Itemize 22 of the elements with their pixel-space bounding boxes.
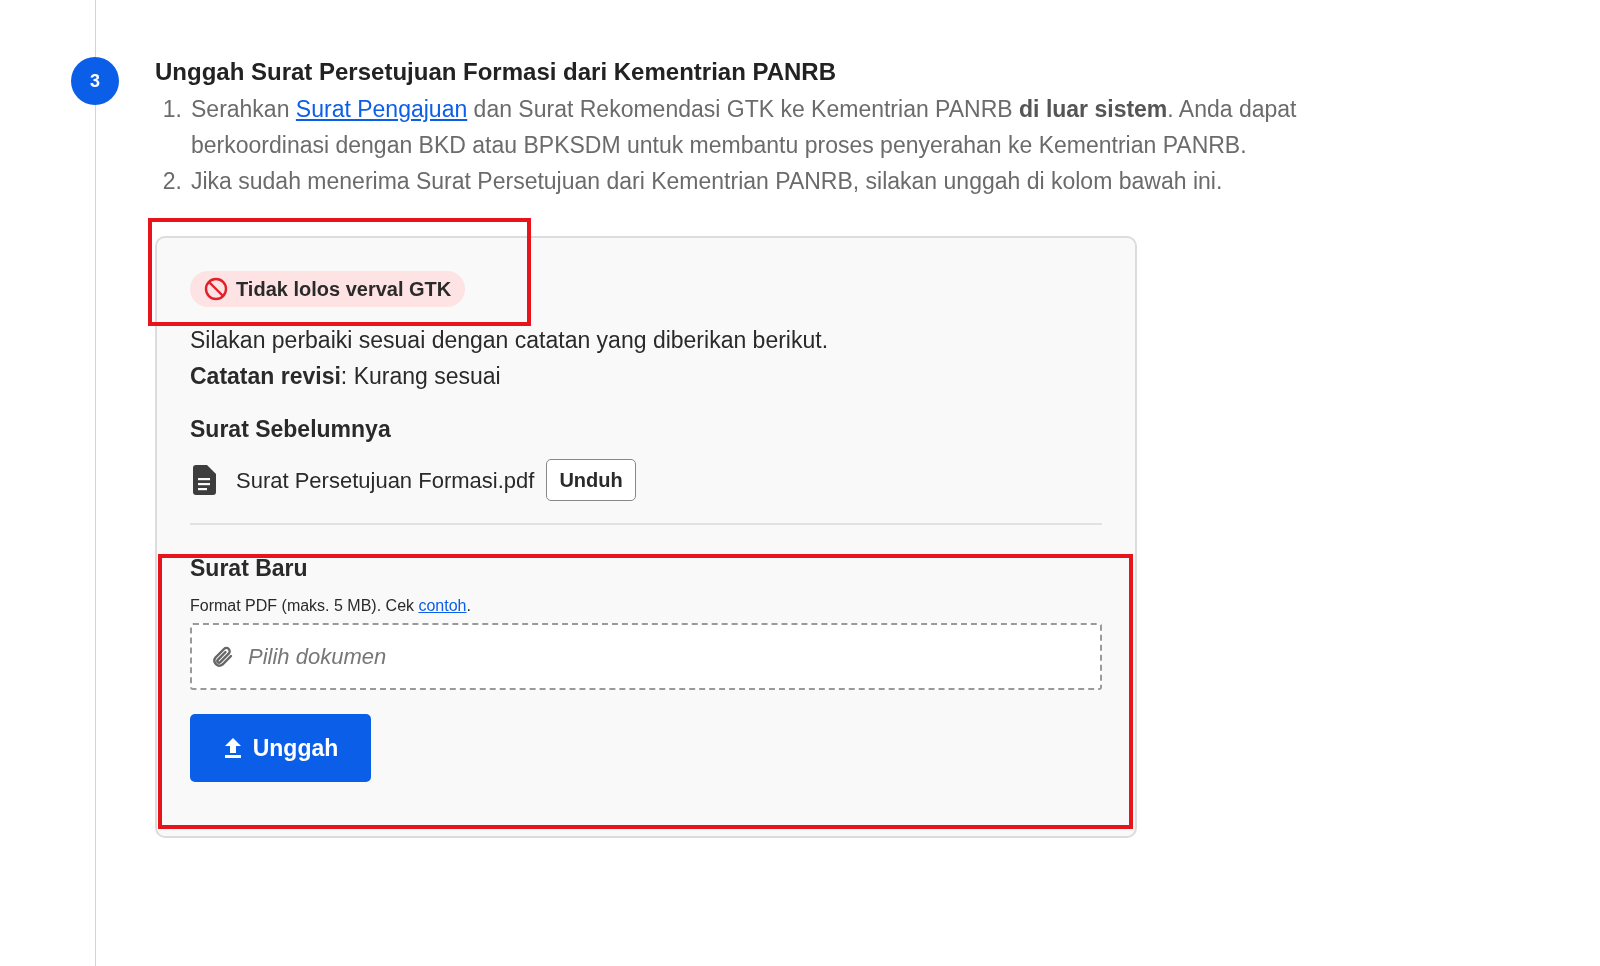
section-heading: Surat Baru bbox=[190, 554, 309, 583]
upload-icon bbox=[222, 737, 243, 759]
download-button[interactable]: Unduh bbox=[546, 459, 636, 501]
document-icon bbox=[190, 465, 218, 495]
step-title: Unggah Surat Persetujuan Formasi dari Kementrian PANRB bbox=[155, 57, 838, 87]
section-heading: Surat Sebelumnya bbox=[190, 415, 392, 444]
file-input[interactable]: Pilih dokumen bbox=[248, 640, 1082, 673]
list-number: 1. bbox=[161, 95, 183, 124]
format-hint: Format PDF (maks. 5 MB). Cek contoh. bbox=[190, 596, 472, 616]
message-text: Silakan perbaiki sesuai dengan catatan yang diberikan berikut. bbox=[190, 326, 830, 355]
prohibited-icon bbox=[204, 277, 228, 301]
list-number: 2. bbox=[161, 167, 183, 196]
file-name: Surat Persetujuan Formasi.pdf bbox=[236, 466, 535, 495]
example-link[interactable]: contoh bbox=[418, 597, 467, 614]
instruction-text: Jika sudah menerima Surat Persetujuan dari Kementrian PANRB, silakan unggah di kolom bawah ini. bbox=[191, 167, 1223, 196]
instruction-text: Serahkan Surat Pengajuan dan Surat Rekomendasi GTK ke Kementrian PANRB di luar sistem. Anda dapat berkoordinasi dengan BKD atau BPKSDM untuk membantu proses penyerahan ke Kementrian PANRB. bbox=[191, 95, 1298, 160]
file-field[interactable]: Pilih dokumen bbox=[190, 623, 1102, 690]
text-link[interactable]: Surat Pengajuan bbox=[295, 96, 468, 122]
step-number: 3 bbox=[71, 57, 119, 105]
status-badge: Tidak lolos verval GTK bbox=[190, 271, 466, 307]
revision-note: Catatan revisi: Kurang sesuai bbox=[190, 362, 502, 391]
upload-button[interactable]: Unggah bbox=[190, 714, 371, 782]
